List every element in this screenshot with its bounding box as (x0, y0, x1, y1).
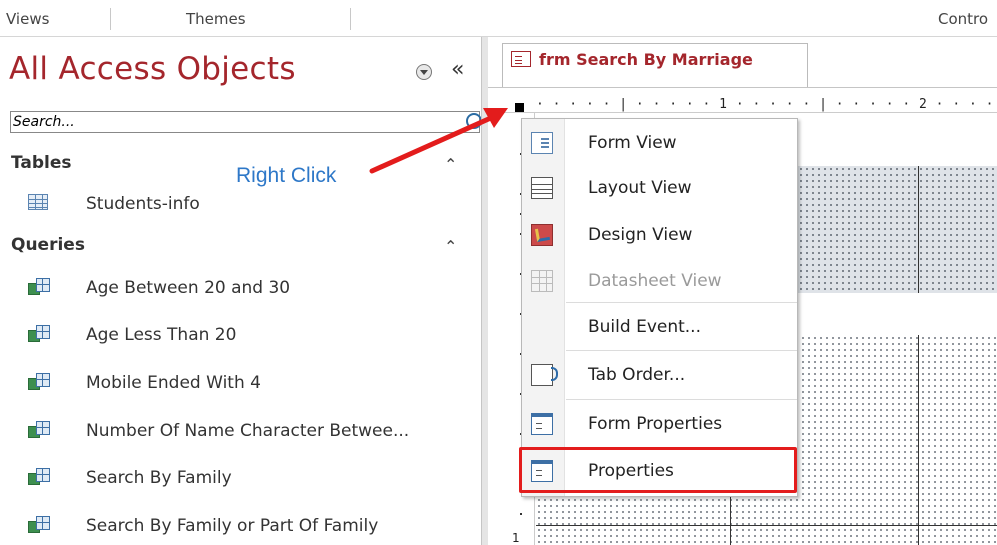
nav-item-label: Search By Family or Part Of Family (86, 516, 379, 536)
nav-item-label: Age Between 20 and 30 (86, 278, 291, 298)
ribbon-group-controls: Contro (938, 10, 989, 28)
menu-item-label: Form Properties (588, 414, 723, 434)
search-icon[interactable] (466, 113, 482, 129)
collapse-group-chevron-icon[interactable]: ⌃ (444, 155, 457, 174)
context-menu: Form View Layout View Design View Datash… (521, 118, 798, 497)
tab-label: frm Search By Marriage (539, 50, 753, 69)
right-click-annotation: Right Click (236, 164, 337, 187)
document-tab-strip: frm Search By Marriage (488, 37, 997, 88)
nav-menu-dropdown-icon[interactable] (416, 64, 432, 80)
nav-item-label: Search By Family (86, 468, 232, 488)
menu-item-label: Tab Order... (588, 365, 686, 385)
layout-view-icon (531, 177, 553, 199)
menu-item-datasheet-view: Datasheet View (522, 259, 797, 303)
ribbon-group-themes: Themes (186, 10, 246, 28)
nav-item-query[interactable]: Age Between 20 and 30 (28, 274, 468, 304)
menu-separator (566, 399, 797, 400)
form-properties-icon (531, 413, 553, 435)
nav-item-query[interactable]: Age Less Than 20 (28, 321, 468, 351)
nav-item-query[interactable]: Search By Family or Part Of Family (28, 512, 468, 542)
design-view-icon (531, 224, 553, 246)
ribbon-group-views: Views (6, 10, 50, 28)
search-input[interactable] (13, 114, 443, 130)
menu-item-form-view[interactable]: Form View (522, 121, 797, 165)
tab-form-search-by-marriage[interactable]: frm Search By Marriage (502, 43, 808, 87)
nav-item-label: Number Of Name Character Betwee... (86, 421, 410, 441)
horizontal-ruler: · · · · · | · · · · · 1 · · · · · | · · … (488, 88, 997, 113)
grid-line (918, 335, 919, 545)
header-section-grid[interactable] (798, 166, 997, 293)
vertical-ruler-label: 1 (512, 531, 520, 545)
table-icon (28, 194, 48, 210)
properties-highlight-box (519, 447, 797, 493)
menu-item-form-properties[interactable]: Form Properties (522, 402, 797, 446)
menu-item-tab-order[interactable]: Tab Order... (522, 353, 797, 397)
tab-order-icon (531, 364, 558, 386)
form-view-icon (531, 132, 553, 154)
form-selector-box[interactable] (515, 103, 524, 112)
menu-item-label: Form View (588, 133, 677, 153)
ribbon-separator (110, 8, 111, 30)
menu-item-label: Design View (588, 225, 693, 245)
ribbon-strip: Views Themes Contro (0, 0, 997, 37)
menu-separator (566, 302, 797, 303)
menu-item-label: Datasheet View (588, 271, 722, 291)
ruler-tick (520, 513, 522, 515)
ruler-marks: · · · · · | · · · · · 1 · · · · · | · · … (536, 97, 994, 112)
query-icon (28, 421, 50, 439)
query-icon (28, 373, 50, 391)
nav-item-query[interactable]: Search By Family (28, 464, 468, 494)
query-icon (28, 468, 50, 486)
nav-item-students-info[interactable]: Students-info (28, 190, 468, 220)
group-header-queries[interactable]: Queries (11, 235, 85, 255)
menu-item-build-event[interactable]: Build Event... (522, 305, 797, 349)
nav-item-label: Mobile Ended With 4 (86, 373, 261, 393)
menu-item-label: Build Event... (588, 317, 701, 337)
navigation-pane: All Access Objects « Tables ⌃ Students-i… (0, 37, 482, 545)
collapse-group-chevron-icon[interactable]: ⌃ (444, 237, 457, 256)
collapse-pane-icon[interactable]: « (451, 57, 464, 82)
query-icon (28, 516, 50, 534)
query-icon (28, 325, 50, 343)
ribbon-separator (350, 8, 351, 30)
search-box (10, 111, 482, 133)
nav-item-query[interactable]: Number Of Name Character Betwee... (28, 417, 468, 447)
datasheet-view-icon (531, 270, 553, 292)
group-header-tables[interactable]: Tables (11, 153, 72, 173)
form-icon (511, 51, 531, 67)
grid-line (536, 525, 997, 526)
nav-item-label: Students-info (86, 194, 200, 214)
menu-item-label: Layout View (588, 178, 692, 198)
nav-item-query[interactable]: Mobile Ended With 4 (28, 369, 468, 399)
grid-line (918, 166, 919, 293)
nav-pane-title[interactable]: All Access Objects (9, 51, 296, 87)
menu-item-layout-view[interactable]: Layout View (522, 166, 797, 210)
menu-separator (566, 350, 797, 351)
menu-item-design-view[interactable]: Design View (522, 213, 797, 257)
query-icon (28, 278, 50, 296)
nav-item-label: Age Less Than 20 (86, 325, 237, 345)
